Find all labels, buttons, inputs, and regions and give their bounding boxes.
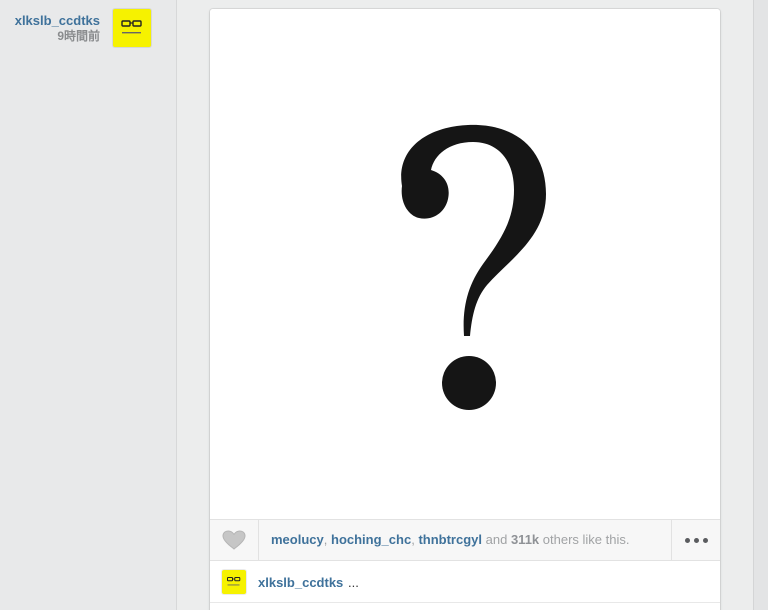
post-author-meta: xlkslb_ccdtks 9時間前 [15,13,100,44]
question-mark-image [401,124,546,410]
avatar-logo-icon [121,20,142,34]
more-options-button[interactable] [671,520,720,560]
liker-separator: , [411,532,415,547]
post-image[interactable] [210,9,720,519]
post-sidebar: xlkslb_ccdtks 9時間前 [0,0,177,610]
feed-page: xlkslb_ccdtks 9時間前 meolucy, hoching_chc,… [0,0,768,610]
avatar-logo-icon [227,577,241,586]
caption-text: ... [348,575,359,590]
likes-and-label: and [485,532,508,547]
caption-row: xlkslb_ccdtks ... [210,561,720,603]
post-timestamp[interactable]: 9時間前 [15,29,100,44]
likes-count[interactable]: 311k [511,532,539,547]
heart-icon [222,530,246,550]
likes-suffix: others like this. [542,532,630,547]
likes-summary: meolucy, hoching_chc, thnbtrcgyl and 311… [271,532,629,548]
liker-username[interactable]: meolucy [271,532,324,547]
caption-author-avatar[interactable] [222,570,246,594]
like-button[interactable] [210,520,259,560]
right-gutter [753,0,768,610]
caption-author-username[interactable]: xlkslb_ccdtks [258,575,343,591]
liker-separator: , [323,532,328,547]
like-bar: meolucy, hoching_chc, thnbtrcgyl and 311… [210,519,720,561]
post-author-username[interactable]: xlkslb_ccdtks [15,13,100,29]
liker-username[interactable]: thnbtrcgyl [418,532,482,547]
liker-username[interactable]: hoching_chc [331,532,411,547]
post-card: meolucy, hoching_chc, thnbtrcgyl and 311… [210,9,720,610]
post-author-avatar[interactable] [113,9,151,47]
